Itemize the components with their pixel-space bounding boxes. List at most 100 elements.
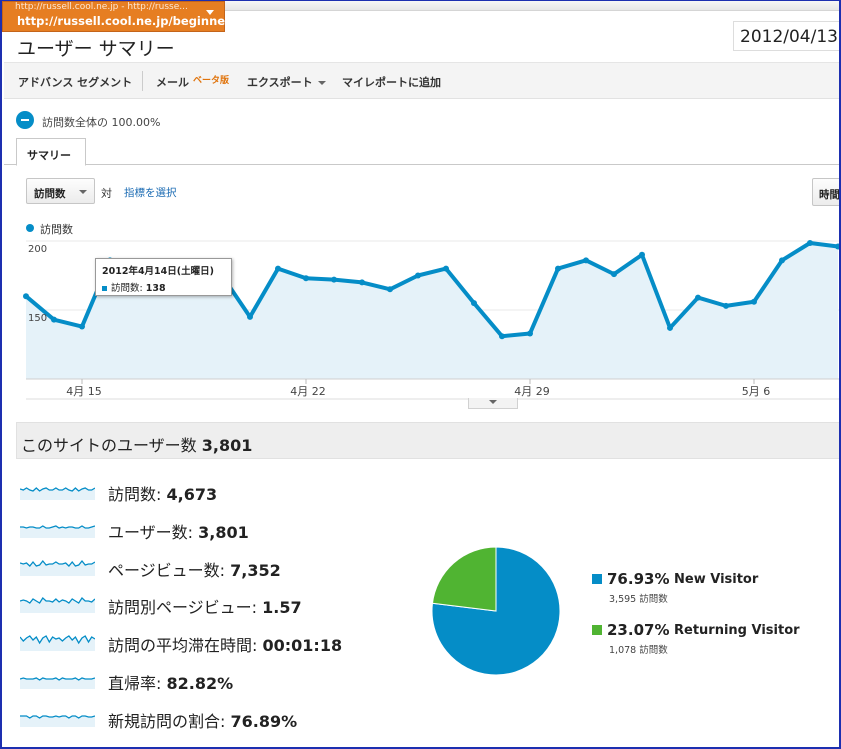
stat-name: 訪問別ページビュー: xyxy=(108,598,258,618)
data-point-21[interactable] xyxy=(583,257,589,264)
site-users-header: このサイトのユーザー数 3,801 xyxy=(16,422,839,459)
tooltip-metric-label: 訪問数: xyxy=(111,283,143,294)
stat-name: ページビュー数: xyxy=(108,560,226,580)
sparkline-icon xyxy=(20,715,95,727)
advanced-segments-button[interactable]: アドバンス セグメント xyxy=(18,74,132,90)
page-title: ユーザー サマリー xyxy=(17,38,175,60)
data-point-28[interactable] xyxy=(779,257,785,264)
tab-bar-line xyxy=(4,164,839,165)
stat-value: 4,673 xyxy=(166,485,218,504)
select-metric-link[interactable]: 指標を選択 xyxy=(124,185,177,200)
stat-value: 7,352 xyxy=(230,560,281,580)
data-point-14[interactable] xyxy=(387,286,393,293)
data-point-16[interactable] xyxy=(443,265,449,272)
stat-label: 訪問数: 4,673 xyxy=(108,481,217,505)
x-tick-label: 4月 15 xyxy=(66,385,102,398)
visitor-pie-chart[interactable] xyxy=(430,545,562,677)
stat-name: 訪問の平均滞在時間: xyxy=(108,636,258,656)
data-point-17[interactable] xyxy=(471,300,477,307)
data-point-15[interactable] xyxy=(415,272,421,279)
data-point-12[interactable] xyxy=(331,276,337,283)
data-point-13[interactable] xyxy=(359,279,365,286)
returning-visitor-percent: 23.07% xyxy=(607,621,670,639)
x-tick-label: 5月 6 xyxy=(742,385,771,398)
stat-label: ページビュー数: 7,352 xyxy=(108,557,281,581)
pie-slice-returning-visitor[interactable] xyxy=(431,546,497,612)
data-point-2[interactable] xyxy=(51,316,57,323)
email-button[interactable]: メール xyxy=(156,74,189,90)
tooltip-value: 138 xyxy=(145,283,166,294)
data-point-9[interactable] xyxy=(247,313,253,320)
site-users-value: 3,801 xyxy=(201,436,253,455)
segment-label: 訪問数全体の 100.00% xyxy=(42,116,161,129)
export-button[interactable]: エクスポート xyxy=(247,74,326,90)
data-point-27[interactable] xyxy=(751,298,757,305)
chart-controls: 訪問数 対 指標を選択 時間 xyxy=(4,171,839,211)
data-point-22[interactable] xyxy=(611,271,617,278)
toolbar-divider xyxy=(142,71,143,91)
chevron-down-icon xyxy=(79,190,87,194)
data-point-29[interactable] xyxy=(807,240,813,246)
date-range-picker[interactable]: 2012/04/13 xyxy=(733,21,839,51)
chevron-down-icon xyxy=(317,81,326,85)
segment-toggle-icon[interactable] xyxy=(16,111,34,129)
data-point-10[interactable] xyxy=(275,265,281,272)
site-users-label: このサイトのユーザー数 xyxy=(21,436,197,455)
new-visitor-swatch xyxy=(592,574,602,584)
stat-value: 82.82% xyxy=(166,674,234,693)
returning-visitor-name: Returning Visitor xyxy=(674,623,800,638)
sparkline-icon xyxy=(20,635,95,652)
metric-select-label: 訪問数 xyxy=(34,188,66,200)
data-point-19[interactable] xyxy=(527,330,533,337)
add-to-dashboard-button[interactable]: マイレポートに追加 xyxy=(342,74,441,90)
stat-row: 新規訪問の割合: 76.89% xyxy=(20,703,380,733)
tooltip-date: 2012年4月14日(土曜日) xyxy=(102,266,214,277)
data-point-20[interactable] xyxy=(555,265,561,272)
data-point-18[interactable] xyxy=(499,333,505,340)
window-frame: http://russell.cool.ne.jp - http://russe… xyxy=(0,0,841,749)
data-point-3[interactable] xyxy=(79,323,85,330)
series-swatch xyxy=(102,286,107,291)
url-ghost-text: http://russell.cool.ne.jp - http://russe… xyxy=(15,2,188,12)
stat-name: 訪問数: xyxy=(108,485,162,504)
dropdown-caret-icon xyxy=(206,10,214,15)
y-tick-label: 150 xyxy=(28,313,47,324)
y-tick-label: 200 xyxy=(28,244,47,255)
versus-label: 対 xyxy=(101,187,112,200)
sparkline-icon xyxy=(20,597,95,614)
stat-row: 訪問別ページビュー: 1.57 xyxy=(20,589,380,619)
chart-resize-handle[interactable] xyxy=(468,398,518,409)
returning-visitor-swatch xyxy=(592,625,602,635)
data-point-26[interactable] xyxy=(723,302,729,309)
x-tick-label: 4月 22 xyxy=(290,385,326,398)
stat-name: 新規訪問の割合: xyxy=(108,711,226,731)
stat-value: 76.89% xyxy=(230,711,298,731)
sparkline-icon xyxy=(20,559,95,576)
data-point-1[interactable] xyxy=(23,293,29,300)
stat-name: ユーザー数: xyxy=(108,522,194,542)
tab-summary[interactable]: サマリー xyxy=(16,138,86,166)
returning-visitor-count: 1,078 訪問数 xyxy=(609,645,668,656)
data-point-25[interactable] xyxy=(695,294,701,301)
data-point-30[interactable] xyxy=(835,243,841,250)
new-visitor-percent: 76.93% xyxy=(607,570,670,588)
stat-label: 訪問別ページビュー: 1.57 xyxy=(108,594,302,618)
time-granularity-button[interactable]: 時間 xyxy=(812,178,839,206)
new-visitor-name: New Visitor xyxy=(674,572,759,587)
url-dropdown[interactable]: http://russell.cool.ne.jp - http://russe… xyxy=(2,1,231,32)
stat-label: 直帰率: 82.82% xyxy=(108,670,233,694)
stat-row: 直帰率: 82.82% xyxy=(20,665,380,695)
stat-row: ページビュー数: 7,352 xyxy=(20,552,380,582)
x-tick-label: 4月 29 xyxy=(514,385,550,398)
data-point-24[interactable] xyxy=(667,324,673,331)
data-point-23[interactable] xyxy=(639,251,645,258)
stat-value: 3,801 xyxy=(198,522,249,542)
sparkline-icon xyxy=(20,525,95,538)
stat-label: 新規訪問の割合: 76.89% xyxy=(108,708,297,732)
beta-badge: ベータ版 xyxy=(193,76,230,86)
metric-select[interactable]: 訪問数 xyxy=(26,178,95,204)
data-point-11[interactable] xyxy=(303,275,309,282)
chart-tooltip: 2012年4月14日(土曜日) 訪問数: 138 xyxy=(95,258,232,296)
chevron-down-icon xyxy=(489,400,497,404)
stat-value: 1.57 xyxy=(262,598,302,618)
